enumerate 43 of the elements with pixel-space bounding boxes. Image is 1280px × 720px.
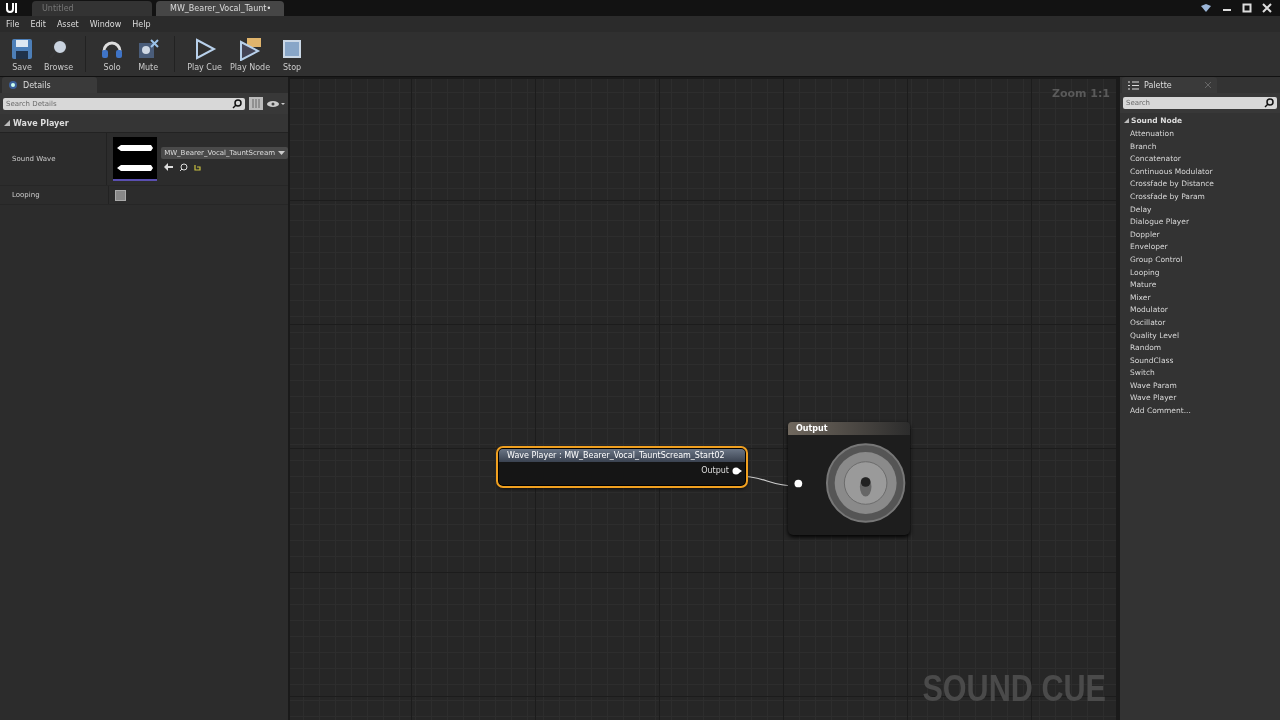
toolbar-button[interactable]: Save [4,34,40,74]
menu-item[interactable]: Asset [56,19,79,29]
waveform-thumbnail[interactable] [113,137,158,181]
caret-icon [4,120,10,126]
search-icon[interactable] [179,162,189,172]
notification-icon[interactable] [1200,3,1212,13]
toolbar-button[interactable]: Stop [274,34,311,74]
pin-label: Output [701,466,729,475]
menu-item[interactable]: Edit [30,19,46,29]
node-title: Wave Player : MW_Bearer_Vocal_TauntScream_Start02 [507,451,725,460]
menu-item[interactable]: Window [89,19,122,29]
toolbar-button[interactable]: Play Node [225,34,275,74]
panel-tab[interactable]: Details [2,77,97,93]
toolbar-button[interactable]: Browse [40,34,78,74]
menu-item[interactable]: Help [132,19,151,29]
wave-player-node[interactable]: Wave Player : MW_Bearer_Vocal_TauntScream_Start02 Output [498,448,746,486]
search-icon [8,80,18,90]
speaker-icon [824,441,906,525]
eye-icon[interactable] [267,99,285,108]
engine-logo-icon [4,1,18,15]
search-icon [1264,98,1274,108]
reset-icon[interactable] [194,163,202,171]
muted-speaker-icon [136,36,161,61]
play-node-icon [238,36,262,61]
caret-icon [1124,118,1129,123]
input-pin-icon[interactable] [794,478,803,488]
checkbox[interactable] [115,189,126,201]
dropdown-caret-icon [278,150,285,155]
document-tab[interactable]: MW_Bearer_Vocal_Taunt• [156,1,284,16]
list-icon [1128,80,1139,90]
maximize-icon[interactable] [1242,3,1252,13]
toolbar-button[interactable]: Mute [130,34,167,74]
toolbar-button[interactable]: Solo [94,34,131,74]
section-header[interactable]: Wave Player [0,114,288,133]
search-icon [232,98,242,109]
menu-item[interactable]: File [6,19,20,29]
node-title: Output [796,424,828,433]
panel-tab[interactable]: Palette [1122,77,1217,93]
section-title: Wave Player [13,118,69,128]
output-pin-icon[interactable] [732,466,742,475]
output-node[interactable]: Output [788,422,910,535]
left-arrow-icon[interactable] [164,163,174,171]
toolbar-button[interactable]: Play Cue [183,34,226,74]
